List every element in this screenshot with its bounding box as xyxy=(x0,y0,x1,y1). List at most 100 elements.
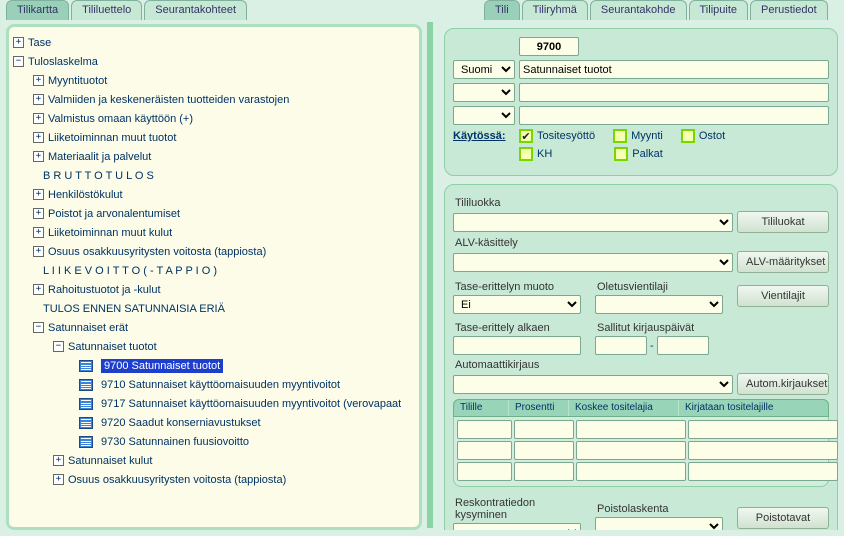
tree-node[interactable]: Henkilöstökulut xyxy=(48,189,123,201)
cell-tilille[interactable] xyxy=(457,441,512,460)
cell-koskee[interactable] xyxy=(576,420,686,439)
expand-icon[interactable]: + xyxy=(33,94,44,105)
automaatti-select[interactable] xyxy=(453,375,733,394)
tree-leaf-9720[interactable]: 9720 Saadut konserniavustukset xyxy=(101,417,261,429)
tab-perustiedot[interactable]: Perustiedot xyxy=(750,0,828,20)
checkbox-ostot[interactable] xyxy=(681,129,695,143)
cell-prosentti[interactable] xyxy=(514,462,574,481)
tree-node-tulos-ennen[interactable]: TULOS ENNEN SATUNNAISIA ERIÄ xyxy=(43,303,225,315)
tree-node-liikevoitto[interactable]: L I I K E V O I T T O ( - T A P P I O ) xyxy=(43,265,217,277)
expand-icon[interactable]: + xyxy=(33,132,44,143)
tree-panel: +Tase −Tuloslaskelma +Myyntituotot +Valm… xyxy=(6,24,422,530)
account-icon xyxy=(79,360,93,372)
tree-node[interactable]: Valmistus omaan käyttöön (+) xyxy=(48,113,193,125)
alv-button[interactable]: ALV-määritykset xyxy=(737,251,829,273)
vientilajit-button[interactable]: Vientilajit xyxy=(737,285,829,307)
poistolaskenta-select[interactable] xyxy=(595,517,723,530)
expand-icon[interactable]: + xyxy=(53,455,64,466)
expand-icon[interactable]: + xyxy=(33,208,44,219)
tab-tili[interactable]: Tili xyxy=(484,0,520,20)
tililuokka-select[interactable] xyxy=(453,213,733,232)
cell-kirjataan[interactable] xyxy=(688,441,838,460)
tree-node[interactable]: Poistot ja arvonalentumiset xyxy=(48,208,180,220)
expand-icon[interactable]: + xyxy=(33,284,44,295)
checkbox-tositesyotto[interactable]: ✔ xyxy=(519,129,533,143)
cell-prosentti[interactable] xyxy=(514,441,574,460)
date-from-input[interactable] xyxy=(595,336,647,355)
alv-select[interactable] xyxy=(453,253,733,272)
cell-tilille[interactable] xyxy=(457,420,512,439)
date-to-input[interactable] xyxy=(657,336,709,355)
poistotavat-button[interactable]: Poistotavat xyxy=(737,507,829,529)
tree-node-bruttotulos[interactable]: B R U T T O T U L O S xyxy=(43,170,154,182)
name2-input[interactable] xyxy=(519,83,829,102)
expand-icon[interactable]: + xyxy=(53,474,64,485)
tab-seurantakohde[interactable]: Seurantakohde xyxy=(590,0,687,20)
th-kirjataan: Kirjataan tositelajille xyxy=(679,400,828,416)
expand-icon[interactable]: + xyxy=(13,37,24,48)
cell-tilille[interactable] xyxy=(457,462,512,481)
collapse-icon[interactable]: − xyxy=(53,341,64,352)
tree-node[interactable]: Valmiiden ja keskeneräisten tuotteiden v… xyxy=(48,94,289,106)
left-tabs: Tilikartta Tililuettelo Seurantakohteet xyxy=(6,0,249,22)
tree-leaf-9700[interactable]: 9700 Satunnaiset tuotot xyxy=(101,359,223,373)
language-select-3[interactable] xyxy=(453,106,515,125)
collapse-icon[interactable]: − xyxy=(13,56,24,67)
language-select-2[interactable] xyxy=(453,83,515,102)
panel-divider[interactable] xyxy=(427,22,433,528)
oletusvientilaji-select[interactable] xyxy=(595,295,723,314)
checkbox-kh[interactable] xyxy=(519,147,533,161)
cell-kirjataan[interactable] xyxy=(688,462,838,481)
dash: - xyxy=(650,340,654,352)
tase-alkaen-label: Tase-erittely alkaen xyxy=(455,322,581,334)
expand-icon[interactable]: + xyxy=(33,75,44,86)
tree-node-tase[interactable]: Tase xyxy=(28,37,51,49)
tase-alkaen-input[interactable] xyxy=(453,336,581,355)
expand-icon[interactable]: + xyxy=(33,189,44,200)
tree-leaf-9717[interactable]: 9717 Satunnaiset käyttöomaisuuden myynti… xyxy=(101,398,401,410)
expand-icon[interactable]: + xyxy=(33,151,44,162)
tase-muoto-label: Tase-erittelyn muoto xyxy=(455,281,581,293)
tab-tilikartta[interactable]: Tilikartta xyxy=(6,0,69,20)
checkbox-palkat[interactable] xyxy=(614,147,628,161)
tililuokka-label: Tililuokka xyxy=(455,197,829,209)
name3-input[interactable] xyxy=(519,106,829,125)
tab-tililuettelo[interactable]: Tililuettelo xyxy=(71,0,142,20)
tab-tiliryhma[interactable]: Tiliryhmä xyxy=(522,0,588,20)
cb-label: Palkat xyxy=(632,148,663,160)
tree-leaf-9730[interactable]: 9730 Satunnainen fuusiovoitto xyxy=(101,436,249,448)
tililuokat-button[interactable]: Tililuokat xyxy=(737,211,829,233)
cell-kirjataan[interactable] xyxy=(688,420,838,439)
name1-input[interactable] xyxy=(519,60,829,79)
language-select[interactable]: Suomi xyxy=(453,60,515,79)
tree-node[interactable]: Liiketoiminnan muut kulut xyxy=(48,227,172,239)
reskontra-select[interactable] xyxy=(453,523,581,530)
expand-icon[interactable]: + xyxy=(33,246,44,257)
tree-node[interactable]: Satunnaiset kulut xyxy=(68,455,152,467)
account-tree[interactable]: +Tase −Tuloslaskelma +Myyntituotot +Valm… xyxy=(13,33,415,489)
autom-table-header: Tilille Prosentti Koskee tositelajia Kir… xyxy=(453,399,829,417)
tree-node[interactable]: Myyntituotot xyxy=(48,75,107,87)
account-number-input[interactable] xyxy=(519,37,579,56)
tree-node-satunnaiset-erat[interactable]: Satunnaiset erät xyxy=(48,322,128,334)
tree-node[interactable]: Materiaalit ja palvelut xyxy=(48,151,151,163)
cell-prosentti[interactable] xyxy=(514,420,574,439)
collapse-icon[interactable]: − xyxy=(33,322,44,333)
tab-tilipuite[interactable]: Tilipuite xyxy=(689,0,749,20)
checkbox-myynti[interactable] xyxy=(613,129,627,143)
expand-icon[interactable]: + xyxy=(33,113,44,124)
cb-label: Ostot xyxy=(699,130,725,142)
expand-icon[interactable]: + xyxy=(33,227,44,238)
cell-koskee[interactable] xyxy=(576,462,686,481)
tree-node-satunnaiset-tuotot[interactable]: Satunnaiset tuotot xyxy=(68,341,157,353)
tree-node[interactable]: Osuus osakkuusyritysten voitosta (tappio… xyxy=(68,474,286,486)
cell-koskee[interactable] xyxy=(576,441,686,460)
tase-muoto-select[interactable]: Ei xyxy=(453,295,581,314)
tree-leaf-9710[interactable]: 9710 Satunnaiset käyttöomaisuuden myynti… xyxy=(101,379,340,391)
tree-node[interactable]: Rahoitustuotot ja -kulut xyxy=(48,284,161,296)
autom-button[interactable]: Autom.kirjaukset xyxy=(737,373,829,395)
tab-seurantakohteet[interactable]: Seurantakohteet xyxy=(144,0,247,20)
tree-node[interactable]: Osuus osakkuusyritysten voitosta (tappio… xyxy=(48,246,266,258)
tree-node-tuloslaskelma[interactable]: Tuloslaskelma xyxy=(28,56,98,68)
tree-node[interactable]: Liiketoiminnan muut tuotot xyxy=(48,132,176,144)
